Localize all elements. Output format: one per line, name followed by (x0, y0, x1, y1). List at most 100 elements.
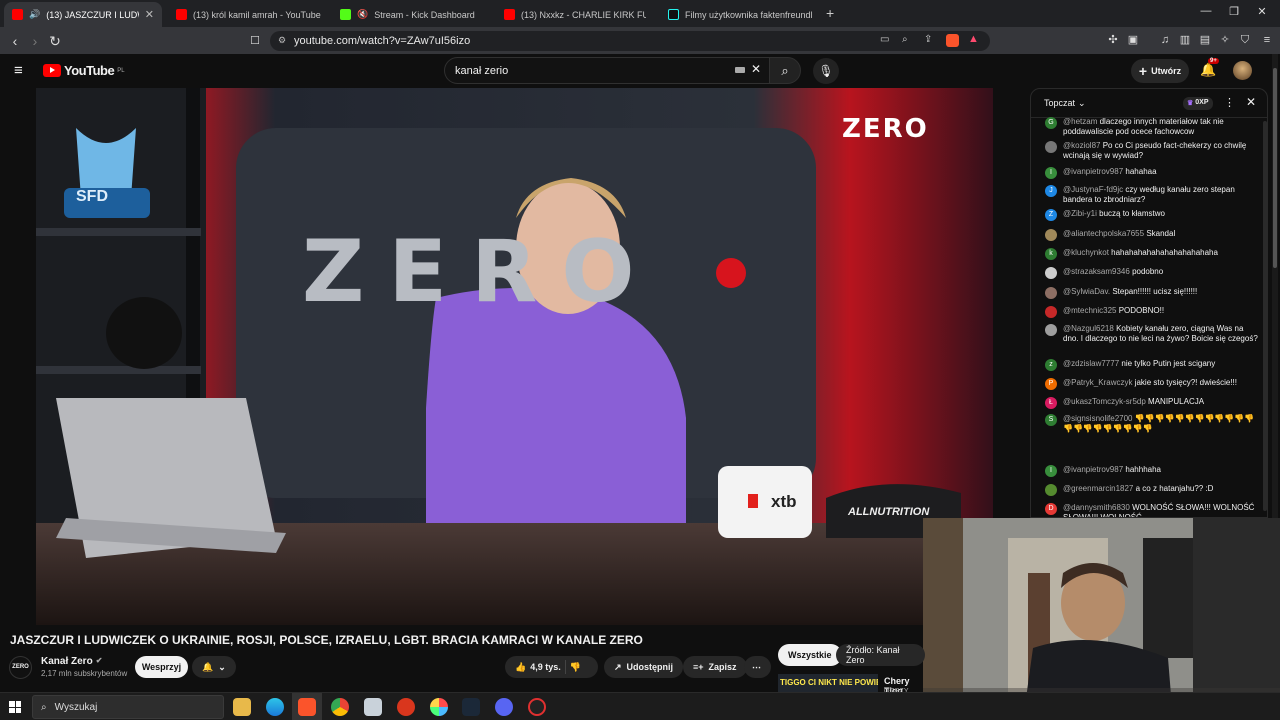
app-icon[interactable] (364, 698, 382, 716)
new-tab-button[interactable]: + (826, 5, 834, 21)
clear-search-icon[interactable]: ✕ (751, 62, 761, 76)
chat-author[interactable]: @Nazgul6218 (1063, 324, 1114, 333)
chat-author[interactable]: @zdzislaw7777 (1063, 359, 1119, 368)
channel-name-link[interactable]: Kanał Zero ✔ (41, 656, 102, 667)
account-avatar[interactable] (1233, 61, 1252, 80)
brave-rewards-icon[interactable]: ▲ (968, 33, 979, 45)
extensions-icon[interactable]: ✣ (1106, 33, 1120, 47)
filter-chip-source[interactable]: Źródło: Kanał Zero (836, 644, 925, 666)
chat-author[interactable]: @Zibi-y1i (1063, 209, 1097, 218)
close-window-icon[interactable]: ✕ (1252, 5, 1272, 18)
chat-avatar[interactable]: k (1045, 248, 1057, 260)
tab-5[interactable]: Filmy użytkownika faktenfreundlich | (660, 2, 820, 27)
chat-avatar[interactable]: z (1045, 359, 1057, 371)
chat-avatar[interactable]: G (1045, 117, 1057, 129)
steam-icon[interactable] (462, 698, 480, 716)
reload-icon[interactable]: ↻ (46, 32, 64, 50)
windows-start-icon[interactable] (9, 701, 21, 713)
tab-2[interactable]: (13) król kamil amrah - YouTube (168, 2, 328, 27)
more-actions-button[interactable]: ⋯ (744, 656, 771, 678)
create-button[interactable]: + Utwórz (1131, 59, 1189, 83)
dislike-button[interactable]: 👎 (570, 662, 581, 673)
screenshot-icon[interactable]: ▣ (1126, 33, 1140, 47)
keyboard-icon[interactable] (735, 67, 745, 73)
chat-avatar[interactable]: I (1045, 167, 1057, 179)
brave-shields-icon[interactable] (946, 34, 959, 47)
chat-avatar[interactable]: Ł (1045, 397, 1057, 409)
chat-author[interactable]: @dannysmith6830 (1063, 503, 1130, 512)
chat-author[interactable]: @kluchynkot (1063, 248, 1109, 257)
tab-4[interactable]: (13) Nxxkz - CHARLIE KIRK FUNK (Off (496, 2, 656, 27)
obs-icon[interactable] (528, 698, 546, 716)
chat-author[interactable]: @greenmarcin1827 (1063, 484, 1133, 493)
chat-avatar[interactable] (1045, 229, 1057, 241)
chat-avatar[interactable]: S (1045, 414, 1057, 426)
channel-avatar[interactable]: ZERO (9, 656, 32, 679)
share-button[interactable]: ↗ Udostępnij (604, 656, 684, 678)
close-tab-icon[interactable]: ✕ (145, 8, 154, 21)
chat-author[interactable]: @signsisnolife2700 (1063, 414, 1133, 423)
chat-author[interactable]: @JustynaF-fd9jc (1063, 185, 1123, 194)
voice-search-button[interactable]: 🎙 (813, 58, 839, 84)
vpn-icon[interactable]: ⛉ (1238, 33, 1252, 47)
chat-avatar[interactable] (1045, 141, 1057, 153)
notifications-button[interactable]: 🔔 9+ (1200, 58, 1219, 78)
chat-avatar[interactable]: J (1045, 185, 1057, 197)
filter-chip-all[interactable]: Wszystkie (778, 644, 842, 666)
chat-avatar[interactable]: Z (1045, 209, 1057, 221)
chat-message-list[interactable]: G @hetzam dlaczego innych materiałow tak … (1031, 89, 1267, 517)
video-player[interactable]: ZERO ZERO SFD xtb ALLNUTRITION (36, 88, 993, 625)
search-button[interactable]: ⌕ (769, 57, 801, 84)
app-icon[interactable] (430, 698, 448, 716)
chat-author[interactable]: @aliantechpolska7655 (1063, 229, 1144, 238)
chat-avatar[interactable] (1045, 484, 1057, 496)
file-explorer-icon[interactable] (233, 698, 251, 716)
minimize-icon[interactable]: — (1196, 5, 1216, 17)
chat-avatar[interactable]: P (1045, 378, 1057, 390)
share-icon[interactable]: ⇪ (924, 34, 932, 45)
music-icon[interactable]: ♫ (1158, 33, 1172, 47)
menu-icon[interactable]: ≡ (1260, 33, 1274, 47)
restore-icon[interactable]: ❐ (1224, 5, 1244, 18)
like-button[interactable]: 👍 4,9 tys. (515, 662, 561, 673)
save-button[interactable]: ≡+ Zapisz (683, 656, 747, 678)
subscribe-bell-button[interactable]: 🔔 ⌄ (192, 656, 236, 678)
tab-active[interactable]: 🔊 (13) JASZCZUR I LUDWICZEK ✕ (4, 2, 162, 27)
chat-author[interactable]: @hetzam (1063, 117, 1097, 126)
chat-avatar[interactable]: I (1045, 465, 1057, 477)
bookmark-icon[interactable]: ☐ (246, 32, 264, 50)
chat-author[interactable]: @SylwiaDav. (1063, 287, 1110, 296)
cast-icon[interactable]: ▭ (880, 34, 889, 45)
zoom-icon[interactable]: ⌕ (902, 34, 908, 45)
search-input[interactable]: kanał zerio ✕ (444, 57, 770, 84)
support-button[interactable]: Wesprzyj (135, 656, 188, 678)
chat-avatar[interactable] (1045, 267, 1057, 279)
site-settings-icon[interactable]: ⚙ (278, 35, 286, 46)
chat-author[interactable]: @Patryk_Krawczyk (1063, 378, 1132, 387)
edge-icon[interactable] (266, 698, 284, 716)
leo-ai-icon[interactable]: ✧ (1218, 33, 1232, 47)
chat-avatar[interactable] (1045, 306, 1057, 318)
chat-avatar[interactable]: D (1045, 503, 1057, 515)
chat-author[interactable]: @ivanpietrov987 (1063, 465, 1123, 474)
chat-scrollbar[interactable] (1263, 121, 1267, 511)
back-icon[interactable]: ‹ (6, 32, 24, 50)
wallet-icon[interactable]: ▤ (1198, 33, 1212, 47)
recommendation-thumbnail[interactable]: TIGGO CI NIKT NIE POWIE (778, 674, 878, 692)
tab-3[interactable]: 🔇 Stream - Kick Dashboard (332, 2, 492, 27)
sidebar-icon[interactable]: ▥ (1178, 33, 1192, 47)
youtube-logo[interactable]: YouTube PL (43, 63, 125, 78)
discord-icon[interactable] (495, 698, 513, 716)
chat-avatar[interactable] (1045, 324, 1057, 336)
url-field[interactable]: ⚙ youtube.com/watch?v=ZAw7uI56izo ▭ ⌕ ⇪ … (270, 31, 990, 51)
chrome-icon[interactable] (331, 698, 349, 716)
hamburger-icon[interactable]: ≡ (14, 62, 23, 79)
app-icon[interactable] (397, 698, 415, 716)
chat-avatar[interactable] (1045, 287, 1057, 299)
brave-icon[interactable] (298, 698, 316, 716)
taskbar-search[interactable]: ⌕ Wyszukaj (32, 695, 224, 719)
chat-author[interactable]: @strazaksam9346 (1063, 267, 1130, 276)
chat-author[interactable]: @ukaszTomczyk-sr5dp (1063, 397, 1146, 406)
chat-author[interactable]: @ivanpietrov987 (1063, 167, 1123, 176)
chat-author[interactable]: @koziol87 (1063, 141, 1100, 150)
